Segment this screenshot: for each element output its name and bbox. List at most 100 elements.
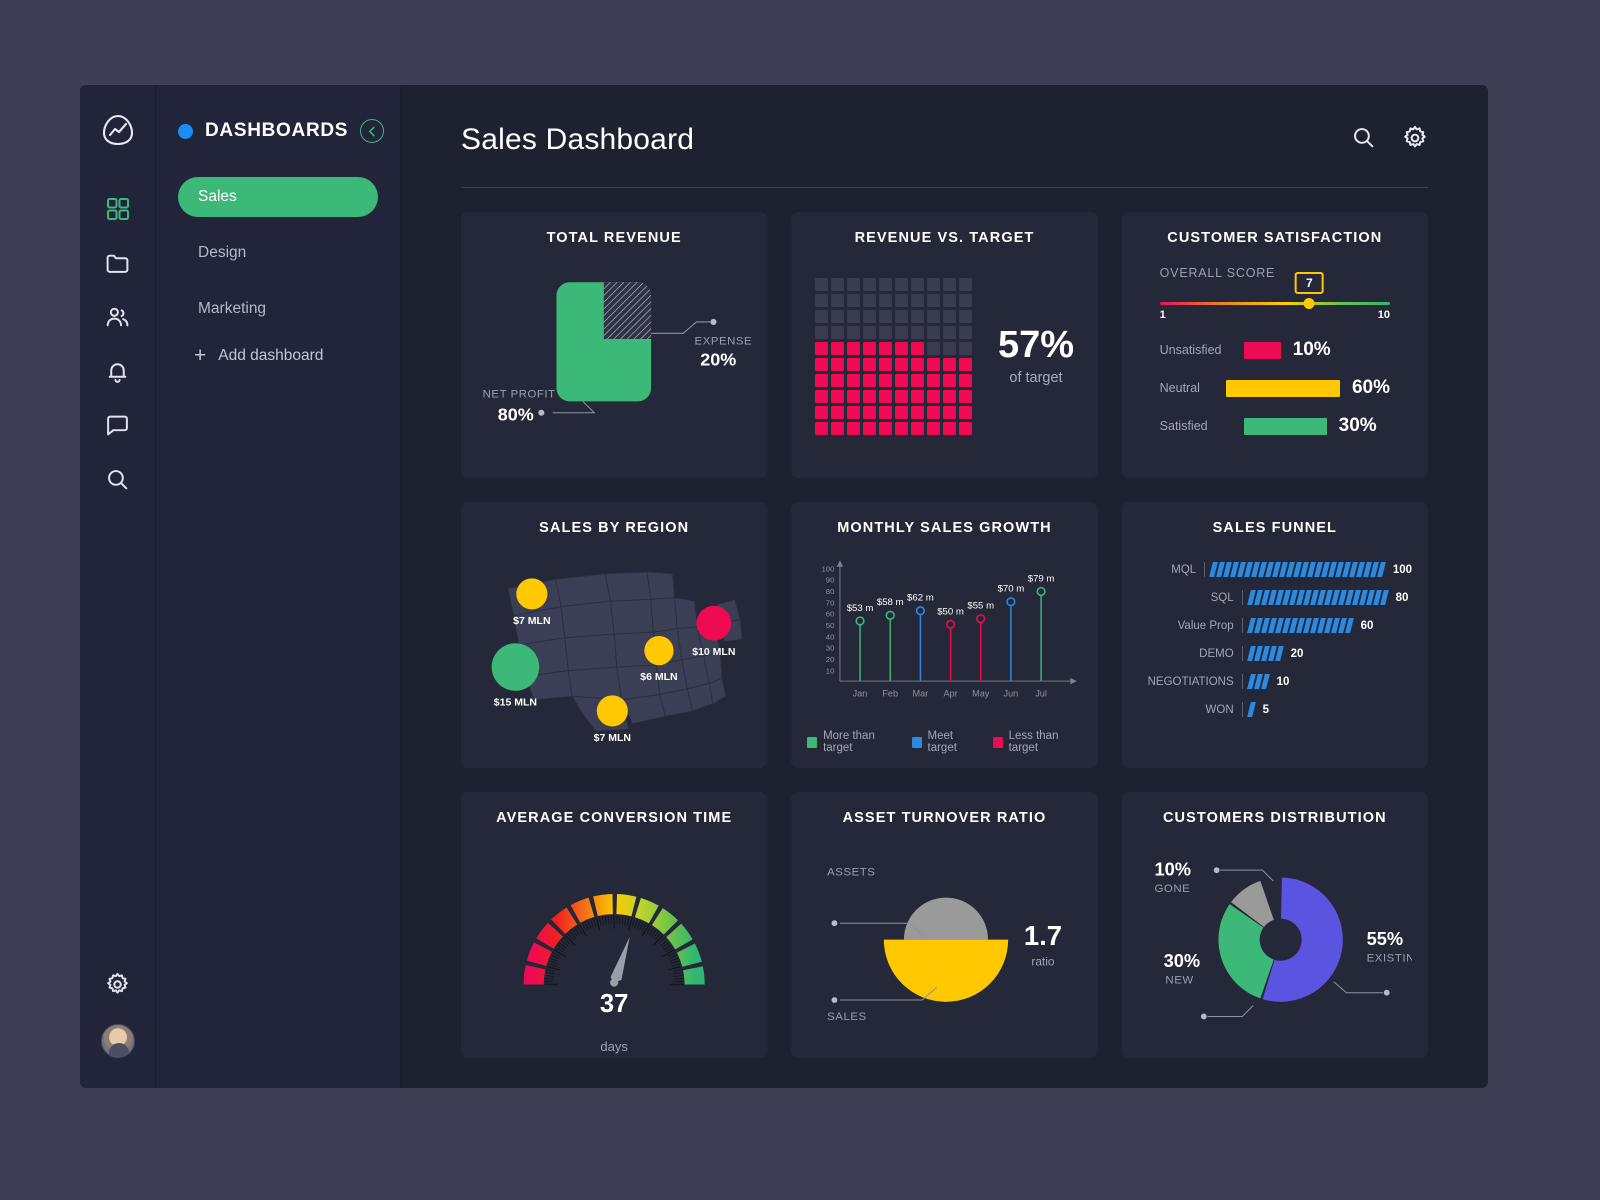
funnel-divider [1241, 674, 1243, 689]
map-marker-label: $10 MLN [692, 646, 735, 658]
waffle-cell [862, 373, 876, 387]
map-marker[interactable] [696, 605, 732, 641]
gear-icon[interactable] [1402, 125, 1428, 156]
legend-item: Less than target [992, 730, 1082, 755]
legend-label: Less than target [1008, 730, 1059, 755]
lollipop-point[interactable] [916, 606, 926, 616]
add-dashboard-button[interactable]: + Add dashboard [178, 345, 378, 366]
y-tick-label: 100 [822, 564, 836, 573]
waffle-cell [862, 341, 876, 355]
x-tick-label: Jun [1004, 689, 1019, 699]
x-tick-label: May [972, 689, 990, 699]
score-knob[interactable] [1303, 298, 1315, 309]
sidebar-item-marketing[interactable]: Marketing [178, 289, 378, 329]
sidebar-item-search[interactable] [90, 452, 146, 506]
satisfaction-value: 10% [1292, 339, 1331, 360]
sidebar-item-people[interactable] [90, 290, 146, 344]
gauge-value: 37 [600, 990, 628, 1018]
monthly-sales-growth-chart: 10 20 30 40 50 60 70 80 90 100 $53 m $58 m $62 m $50… [807, 542, 1081, 754]
waffle-cell [862, 325, 876, 339]
funnel-row: WON 5 [1138, 702, 1412, 717]
sidebar-item-messages[interactable] [90, 398, 146, 452]
gauge-tick [545, 971, 555, 975]
y-tick-label: 60 [826, 610, 835, 619]
card-title: TOTAL REVENUE [546, 230, 682, 246]
score-track[interactable]: 7 1 10 [1159, 272, 1390, 321]
lollipop-point[interactable] [1006, 597, 1016, 607]
waffle-cell [958, 421, 972, 435]
waffle-cell [862, 389, 876, 403]
search-icon[interactable] [1351, 125, 1376, 155]
funnel-stage-label: Value Prop [1177, 619, 1234, 632]
gauge-tick [578, 923, 587, 937]
waffle-cell [894, 373, 908, 387]
waffle-cell [846, 277, 860, 291]
waffle-cell [958, 341, 972, 355]
card-title: CUSTOMER SATISFACTION [1167, 230, 1383, 246]
waffle-cell [846, 325, 860, 339]
sidebar-item-notifications[interactable] [90, 344, 146, 398]
waffle-cell [926, 341, 940, 355]
waffle-cell [846, 421, 860, 435]
waffle-cell [910, 341, 924, 355]
funnel-divider [1241, 702, 1243, 717]
satisfaction-row: Satisfied 30% [1160, 415, 1390, 437]
chevron-left-icon[interactable] [360, 119, 385, 143]
gauge-tick [546, 968, 556, 972]
y-tick-label: 50 [826, 621, 835, 630]
rail-bottom [100, 972, 135, 1088]
gauge-tick [587, 920, 592, 929]
funnel-value: 20 [1290, 647, 1304, 660]
gauge-tick [604, 915, 607, 925]
target-caption: of target [1009, 370, 1063, 386]
settings-gear-icon[interactable] [105, 972, 130, 1002]
waffle-cell [926, 389, 940, 403]
lollipop-point[interactable] [855, 616, 865, 626]
card-average-conversion-time: AVERAGE CONVERSION TIME 37 days [461, 792, 768, 1058]
waffle-cell [894, 309, 908, 323]
card-sales-funnel: SALES FUNNEL MQL 100 SQL 80 Value Prop 60 DEMO… [1121, 502, 1428, 768]
gauge-unit: days [600, 1039, 628, 1054]
gauge-tick [624, 915, 627, 926]
gauge-tick [634, 919, 639, 928]
waffle-cell [894, 341, 908, 355]
map-marker[interactable] [516, 578, 548, 610]
lollipop-point[interactable] [885, 610, 896, 620]
score-slider[interactable]: 7 1 10 [1159, 272, 1390, 321]
sidebar-item-design[interactable]: Design [178, 233, 378, 273]
sales-funnel-chart: MQL 100 SQL 80 Value Prop 60 DEMO 20 NEGOTIATION… [1138, 542, 1412, 750]
funnel-row: DEMO 20 [1138, 646, 1412, 661]
funnel-value: 60 [1360, 619, 1374, 632]
y-tick-label: 10 [826, 666, 835, 675]
waffle-cell [830, 357, 844, 371]
map-marker[interactable] [644, 635, 674, 666]
waffle-cell [942, 405, 956, 419]
sidebar-item-sales[interactable]: Sales [178, 177, 378, 217]
analytics-logo-icon[interactable] [101, 113, 135, 152]
net-profit-value: 80% [498, 404, 534, 424]
card-title: SALES FUNNEL [1212, 520, 1338, 536]
gauge-tick [618, 915, 621, 925]
y-axis-ticks: 10 20 30 40 50 60 70 80 90 100 [822, 564, 836, 675]
waffle-cell [830, 405, 844, 419]
lollipop-point[interactable] [976, 614, 986, 624]
waffle-cell [830, 293, 844, 307]
gauge-tick [674, 977, 684, 980]
gauge-tick [669, 957, 679, 962]
waffle-cell [814, 389, 828, 403]
waffle-cell [942, 373, 956, 387]
waffle-cell [926, 325, 940, 339]
waffle-cell [942, 389, 956, 403]
target-percent: 57% [997, 324, 1075, 366]
plus-icon: + [194, 344, 207, 367]
map-marker[interactable] [596, 695, 628, 727]
waffle-cell [862, 357, 876, 371]
sidebar-item-files[interactable] [90, 236, 146, 290]
expenses-value: 20% [700, 349, 736, 369]
sidebar-item-dashboards[interactable] [90, 182, 146, 236]
lollipop-point[interactable] [1036, 586, 1047, 597]
avatar[interactable] [100, 1024, 135, 1058]
map-marker[interactable] [491, 643, 540, 691]
lollipop-point[interactable] [946, 619, 956, 629]
funnel-value: 100 [1392, 563, 1412, 576]
